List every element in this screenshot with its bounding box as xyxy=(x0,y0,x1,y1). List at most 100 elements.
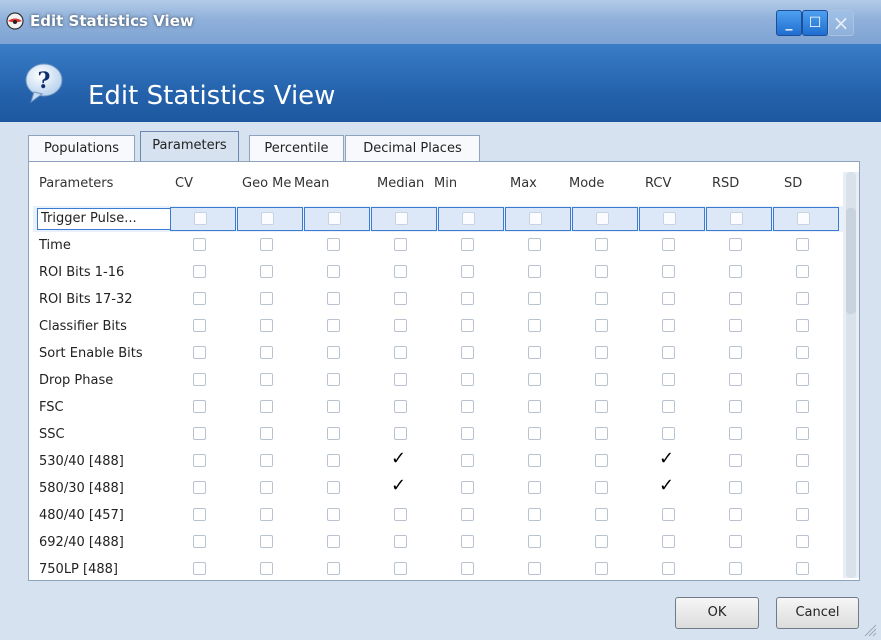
ok-button[interactable]: OK xyxy=(675,597,759,629)
checkbox[interactable] xyxy=(529,212,542,225)
table-row[interactable]: 750LP [488] xyxy=(33,557,843,583)
checkbox[interactable] xyxy=(327,265,340,278)
checkbox[interactable] xyxy=(729,481,742,494)
table-row[interactable]: Time xyxy=(33,233,843,259)
checkbox[interactable] xyxy=(193,346,206,359)
checkbox[interactable] xyxy=(595,346,608,359)
tab-parameters[interactable]: Parameters xyxy=(140,131,239,162)
table-row[interactable]: 580/30 [488] ✓ ✓ xyxy=(33,475,843,502)
checkbox[interactable] xyxy=(729,319,742,332)
checkbox[interactable] xyxy=(327,427,340,440)
cancel-button[interactable]: Cancel xyxy=(776,597,859,629)
checkbox[interactable] xyxy=(595,373,608,386)
checkbox[interactable] xyxy=(394,319,407,332)
checkbox[interactable] xyxy=(328,212,341,225)
checkbox[interactable] xyxy=(394,508,407,521)
table-row[interactable]: 530/40 [488] ✓ ✓ xyxy=(33,448,843,475)
checkbox[interactable] xyxy=(394,346,407,359)
tab-populations[interactable]: Populations xyxy=(28,135,135,161)
checkbox[interactable] xyxy=(796,238,809,251)
checkbox[interactable] xyxy=(528,454,541,467)
checkbox[interactable] xyxy=(662,373,675,386)
checkbox[interactable] xyxy=(260,454,273,467)
checkbox[interactable] xyxy=(796,481,809,494)
checkbox[interactable] xyxy=(394,265,407,278)
checkbox[interactable] xyxy=(461,265,474,278)
scrollbar-thumb[interactable] xyxy=(846,208,856,314)
table-row[interactable]: Drop Phase xyxy=(33,368,843,394)
checkbox[interactable] xyxy=(662,535,675,548)
table-row[interactable]: ROI Bits 1-16 xyxy=(33,260,843,286)
checkbox[interactable] xyxy=(595,508,608,521)
checkbox[interactable] xyxy=(796,346,809,359)
checkbox[interactable] xyxy=(327,319,340,332)
checkbox[interactable] xyxy=(730,212,743,225)
checkbox[interactable] xyxy=(327,292,340,305)
checkbox[interactable] xyxy=(260,319,273,332)
checkbox[interactable] xyxy=(729,346,742,359)
close-button[interactable]: × xyxy=(828,10,854,36)
checkbox[interactable] xyxy=(595,481,608,494)
checkbox[interactable] xyxy=(662,400,675,413)
checkbox[interactable] xyxy=(260,562,273,575)
checkbox[interactable] xyxy=(528,319,541,332)
checkbox[interactable] xyxy=(528,373,541,386)
checkbox[interactable] xyxy=(395,212,408,225)
checkbox[interactable] xyxy=(461,508,474,521)
checkbox[interactable] xyxy=(729,292,742,305)
checkbox[interactable] xyxy=(528,508,541,521)
checkbox[interactable] xyxy=(193,238,206,251)
checkbox[interactable] xyxy=(193,481,206,494)
checkbox[interactable] xyxy=(596,212,609,225)
checkbox[interactable] xyxy=(394,292,407,305)
checkbox[interactable] xyxy=(528,265,541,278)
checkbox[interactable] xyxy=(327,346,340,359)
checkbox[interactable] xyxy=(193,373,206,386)
checkbox[interactable] xyxy=(729,373,742,386)
tab-decimal-places[interactable]: Decimal Places xyxy=(345,135,480,161)
checkbox[interactable] xyxy=(796,400,809,413)
checkbox[interactable] xyxy=(193,427,206,440)
checkbox[interactable] xyxy=(461,454,474,467)
checkbox[interactable] xyxy=(193,265,206,278)
checkbox[interactable] xyxy=(394,400,407,413)
checkbox[interactable] xyxy=(796,265,809,278)
checkbox[interactable] xyxy=(327,373,340,386)
checkbox[interactable] xyxy=(260,292,273,305)
checkbox-checked[interactable]: ✓ xyxy=(391,448,406,470)
checkbox[interactable] xyxy=(327,454,340,467)
table-row[interactable]: Sort Enable Bits xyxy=(33,341,843,367)
checkbox[interactable] xyxy=(461,562,474,575)
checkbox[interactable] xyxy=(595,427,608,440)
checkbox[interactable] xyxy=(662,265,675,278)
checkbox[interactable] xyxy=(394,562,407,575)
checkbox[interactable] xyxy=(796,454,809,467)
table-row[interactable]: 480/40 [457] xyxy=(33,503,843,529)
checkbox[interactable] xyxy=(528,346,541,359)
checkbox[interactable] xyxy=(729,562,742,575)
checkbox[interactable] xyxy=(729,454,742,467)
checkbox[interactable] xyxy=(663,212,676,225)
checkbox[interactable] xyxy=(662,319,675,332)
checkbox[interactable] xyxy=(260,400,273,413)
checkbox[interactable] xyxy=(461,427,474,440)
checkbox[interactable] xyxy=(796,373,809,386)
checkbox-checked[interactable]: ✓ xyxy=(659,475,674,497)
checkbox[interactable] xyxy=(461,319,474,332)
maximize-button[interactable]: ☐ xyxy=(802,10,828,36)
checkbox[interactable] xyxy=(595,238,608,251)
checkbox[interactable] xyxy=(327,535,340,548)
checkbox[interactable] xyxy=(394,373,407,386)
checkbox[interactable] xyxy=(462,212,475,225)
checkbox[interactable] xyxy=(193,562,206,575)
checkbox[interactable] xyxy=(260,508,273,521)
checkbox[interactable] xyxy=(327,562,340,575)
checkbox[interactable] xyxy=(796,319,809,332)
checkbox[interactable] xyxy=(260,265,273,278)
checkbox[interactable] xyxy=(193,454,206,467)
checkbox[interactable] xyxy=(260,535,273,548)
minimize-button[interactable]: _ xyxy=(776,10,802,36)
table-row[interactable]: FSC xyxy=(33,395,843,421)
checkbox[interactable] xyxy=(729,427,742,440)
checkbox[interactable] xyxy=(662,508,675,521)
